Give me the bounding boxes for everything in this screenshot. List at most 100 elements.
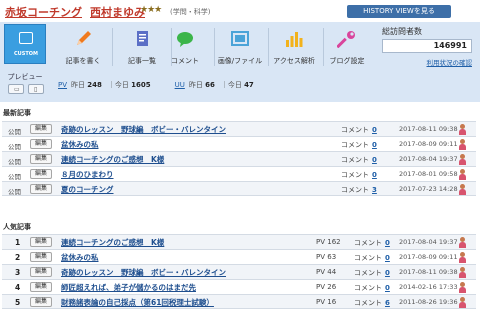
custom-label: CUSTOM (14, 51, 38, 57)
rank-number: 5 (15, 298, 21, 307)
comment-count: コメント 0 (341, 155, 377, 165)
post-title-link[interactable]: 連続コーチングのご感想 K様 (61, 154, 164, 165)
uu-today-label: 今日 (227, 81, 242, 89)
post-date: 2017-08-09 09:11 (399, 253, 458, 261)
comment-count-link[interactable]: 0 (372, 126, 377, 134)
custom-design-button[interactable]: CUSTOM (4, 24, 46, 64)
blog-title-link[interactable]: 赤坂コーチング 西村まゆみ (5, 4, 145, 20)
post-title-link[interactable]: 師匠超えれば、弟子が儲かるのはまだ先 (61, 282, 196, 293)
comment-count-link[interactable]: 0 (385, 254, 390, 262)
post-date: 2011-08-26 19:36 (399, 298, 458, 306)
post-date: 2014-02-16 17:33 (399, 283, 458, 291)
toolbar-access-analysis[interactable]: アクセス解析 (265, 26, 323, 70)
recent-posts-table: 公開 編集 奇跡のレッスン 野球編 ボビー・バレンタイン コメント 0 2017-… (2, 121, 476, 196)
comment-label: コメント (354, 299, 382, 307)
author-avatar-icon (459, 154, 466, 165)
author-avatar-icon (459, 184, 466, 195)
post-title-link[interactable]: 盆休みの私 (61, 139, 99, 150)
pv-link[interactable]: PV (58, 81, 67, 89)
rank-number: 2 (15, 253, 21, 262)
comment-count-link[interactable]: 0 (372, 171, 377, 179)
document-list-icon (137, 31, 148, 46)
post-status: 公開 (8, 173, 21, 181)
history-view-button[interactable]: HISTORY VIEWを見る (347, 5, 451, 18)
comment-count-link[interactable]: 6 (385, 299, 390, 307)
edit-button[interactable]: 編集 (30, 139, 52, 149)
pc-preview-button[interactable]: ▭ (8, 84, 24, 94)
pv-value: 26 (327, 283, 337, 291)
owner-name[interactable]: 西村まゆみ (90, 6, 145, 19)
blog-category[interactable]: (学問・科学) (170, 7, 210, 17)
table-row: 1 編集 連続コーチングのご感想 K様 PV 162 コメント 0 2017-08… (2, 234, 476, 249)
rank-number: 1 (15, 238, 21, 247)
edit-button[interactable]: 編集 (30, 184, 52, 194)
toolbar-label: 記事を書く (65, 57, 101, 65)
post-title-link[interactable]: 夏のコーチング (61, 184, 114, 195)
edit-button[interactable]: 編集 (30, 297, 52, 307)
table-row: 4 編集 師匠超えれば、弟子が儲かるのはまだ先 PV 26 コメント 0 2014… (2, 279, 476, 294)
comment-label: コメント (341, 126, 369, 134)
pv-value: 162 (327, 238, 341, 246)
edit-button[interactable]: 編集 (30, 169, 52, 179)
table-row: 公開 編集 連続コーチングのご感想 K様 コメント 0 2017-08-04 19… (2, 151, 476, 166)
comment-count: コメント 3 (341, 185, 377, 195)
edit-button[interactable]: 編集 (30, 237, 52, 247)
rank-number: 4 (15, 283, 21, 292)
edit-button[interactable]: 編集 (30, 282, 52, 292)
comment-label: コメント (354, 269, 382, 277)
comment-count-link[interactable]: 0 (385, 239, 390, 247)
usage-status-link[interactable]: 利用状況の確認 (388, 57, 473, 67)
table-row: 2 編集 盆休みの私 PV 63 コメント 0 2017-08-09 09:11 (2, 249, 476, 264)
toolbar-images-files[interactable]: 画像/ファイル (211, 26, 269, 70)
recent-posts-heading: 最新記事 (3, 109, 31, 117)
popular-posts-heading: 人気記事 (3, 223, 31, 231)
comment-count-link[interactable]: 0 (385, 269, 390, 277)
edit-button[interactable]: 編集 (30, 267, 52, 277)
uu-yesterday-label: 昨日 (188, 81, 203, 89)
post-title-link[interactable]: 財務諸表論の自己採点（第61回税理士試験） (61, 297, 214, 308)
post-title-link[interactable]: 奇跡のレッスン 野球編 ボビー・バレンタイン (61, 124, 226, 135)
post-title-link[interactable]: 奇跡のレッスン 野球編 ボビー・バレンタイン (61, 267, 226, 278)
visitor-panel: 総訪問者数 146991 利用状況の確認 (380, 24, 474, 68)
comment-count-link[interactable]: 0 (372, 141, 377, 149)
comment-label: コメント (354, 284, 382, 292)
blog-name[interactable]: 赤坂コーチング (5, 6, 82, 19)
preview-label: プレビュー (7, 73, 43, 81)
toolbar-blog-settings[interactable]: ブログ設定 (318, 26, 376, 70)
table-row: 5 編集 財務諸表論の自己採点（第61回税理士試験） PV 16 コメント 6 2… (2, 294, 476, 309)
pv-label: PV (316, 298, 326, 306)
post-date: 2017-08-04 19:37 (399, 238, 458, 246)
toolbar-comments[interactable]: コメント (156, 26, 214, 70)
edit-button[interactable]: 編集 (30, 252, 52, 262)
edit-button[interactable]: 編集 (30, 154, 52, 164)
author-avatar-icon (459, 252, 466, 263)
visitor-title: 総訪問者数 (382, 27, 422, 36)
pc-icon: ▭ (14, 86, 20, 93)
pv-label: PV (316, 283, 326, 291)
smartphone-preview-button[interactable]: ▯ (28, 84, 44, 94)
toolbar-label: ブログ設定 (329, 57, 365, 65)
comment-count-link[interactable]: 0 (385, 284, 390, 292)
uu-link[interactable]: UU (175, 81, 185, 89)
page-views: PV 44 (316, 268, 336, 276)
page-views: PV 16 (316, 298, 336, 306)
post-date: 2017-07-23 14:28 (399, 185, 458, 193)
table-row: 公開 編集 盆休みの私 コメント 0 2017-08-09 09:11 (2, 136, 476, 151)
edit-button[interactable]: 編集 (30, 124, 52, 134)
smartphone-icon: ▯ (34, 86, 38, 93)
author-avatar-icon (459, 139, 466, 150)
post-title-link[interactable]: ８月のひまわり (61, 169, 114, 180)
page-views: PV 63 (316, 253, 336, 261)
post-date: 2017-08-11 09:38 (399, 125, 458, 133)
toolbar-label: 画像/ファイル (217, 57, 263, 65)
custom-layout-icon (19, 32, 33, 44)
comment-count-link[interactable]: 3 (372, 186, 377, 194)
toolbar-write-post[interactable]: 記事を書く (54, 26, 112, 70)
pv-value: 44 (327, 268, 337, 276)
comment-count-link[interactable]: 0 (372, 156, 377, 164)
author-avatar-icon (459, 282, 466, 293)
post-title-link[interactable]: 盆休みの私 (61, 252, 99, 263)
pencil-icon (77, 31, 91, 45)
comment-label: コメント (341, 156, 369, 164)
post-title-link[interactable]: 連続コーチングのご感想 K様 (61, 237, 164, 248)
